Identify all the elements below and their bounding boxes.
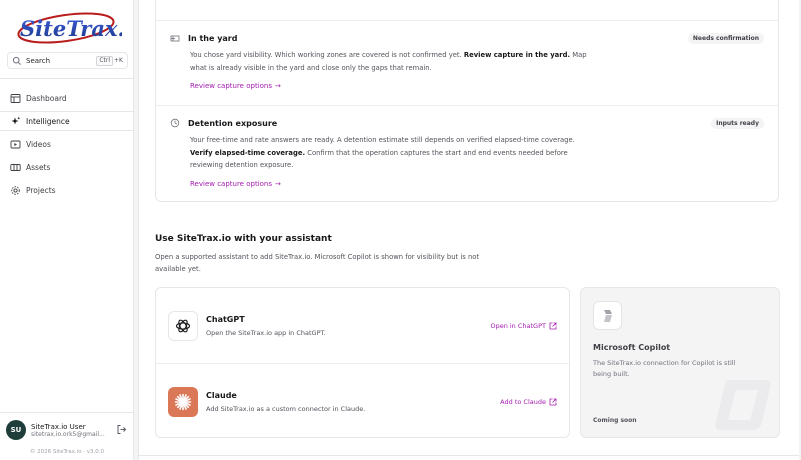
copilot-card: Microsoft Copilot The SiteTrax.io connec… xyxy=(580,287,780,438)
assistant-claude: Claude Add SiteTrax.io as a custom conne… xyxy=(156,364,569,439)
sidebar-nav: Dashboard Intelligence Videos Assets Pro… xyxy=(0,88,133,203)
yard-desc-bold: Review capture in the yard. xyxy=(463,51,571,59)
add-to-claude-link[interactable]: Add to Claude xyxy=(500,398,557,406)
sidebar-item-label: Intelligence xyxy=(26,116,70,126)
yard-icon xyxy=(170,33,181,44)
external-link-icon xyxy=(549,398,557,406)
assets-icon xyxy=(9,161,21,173)
user-email: sitetrax.io.ork5@gmail... xyxy=(31,430,105,438)
sidebar-item-label: Assets xyxy=(26,162,51,172)
search-label: Search xyxy=(26,56,51,65)
chatgpt-description: Open the SiteTrax.io app in ChatGPT. xyxy=(206,328,326,337)
claude-name: Claude xyxy=(206,390,237,400)
user-profile[interactable]: SU SiteTrax.io User sitetrax.io.ork5@gma… xyxy=(6,418,128,442)
main-content: In the yard Needs confirmation You chose… xyxy=(138,0,799,460)
avatar: SU xyxy=(6,420,26,440)
logout-icon[interactable] xyxy=(116,424,128,436)
sidebar-item-projects[interactable]: Projects xyxy=(0,180,133,200)
search-input[interactable]: Search Ctrl +K xyxy=(7,52,128,69)
main-border xyxy=(138,0,139,460)
sidebar-item-intelligence[interactable]: Intelligence xyxy=(0,111,133,131)
action-label: Open in ChatGPT xyxy=(490,321,546,330)
sidebar-item-dashboard[interactable]: Dashboard xyxy=(0,88,133,108)
claude-logo-icon xyxy=(168,386,198,417)
claude-description: Add SiteTrax.io as a custom connector in… xyxy=(206,404,366,413)
link-label: Review capture options xyxy=(190,179,273,188)
yard-desc-text: You chose yard visibility. Which working… xyxy=(190,51,464,59)
detention-description: Your free-time and rate answers are read… xyxy=(190,134,590,172)
dashboard-icon xyxy=(9,92,21,104)
search-icon xyxy=(12,56,22,66)
detention-desc-bold: Verify elapsed-time coverage. xyxy=(190,148,306,157)
copilot-logo-icon xyxy=(593,301,622,330)
sidebar-item-label: Dashboard xyxy=(26,93,67,103)
assistants-section-title: Use SiteTrax.io with your assistant xyxy=(155,234,332,244)
status-badge: Needs confirmation xyxy=(687,32,764,44)
sidebar-item-assets[interactable]: Assets xyxy=(0,157,133,177)
link-label: Review capture options xyxy=(190,82,273,90)
action-label: Add to Claude xyxy=(500,397,546,406)
footer-divider xyxy=(138,455,799,456)
capture-row-yard: In the yard Needs confirmation You chose… xyxy=(156,31,778,90)
row-divider xyxy=(156,20,778,21)
copilot-name: Microsoft Copilot xyxy=(593,343,671,352)
arrow-right-icon: → xyxy=(275,82,281,90)
copyright-text: © 2026 SiteTrax.io · v3.0.0 xyxy=(29,449,105,455)
detention-desc-text: Your free-time and rate answers are read… xyxy=(190,136,575,144)
review-capture-link-yard[interactable]: Review capture options → xyxy=(190,82,764,90)
search-shortcut-key: Ctrl xyxy=(96,55,114,66)
arrow-right-icon: → xyxy=(275,179,281,188)
sidebar-item-label: Videos xyxy=(26,139,51,149)
sidebar: SiteTrax.io Search Ctrl +K Dashboard Int… xyxy=(0,0,147,460)
yard-description: You chose yard visibility. Which working… xyxy=(190,49,590,74)
sidebar-divider xyxy=(0,78,133,79)
assistant-chatgpt: ChatGPT Open the SiteTrax.io app in Chat… xyxy=(156,288,569,363)
detention-title: Detention exposure xyxy=(188,118,278,128)
open-in-chatgpt-link[interactable]: Open in ChatGPT xyxy=(490,322,557,330)
coming-soon-badge: Coming soon xyxy=(593,417,637,424)
user-name: SiteTrax.io User xyxy=(31,422,86,431)
chatgpt-name: ChatGPT xyxy=(206,314,245,324)
external-link-icon xyxy=(549,322,557,330)
sitetrax-logo[interactable]: SiteTrax.io xyxy=(14,10,147,46)
review-capture-link-detention[interactable]: Review capture options → xyxy=(190,180,764,188)
status-badge: Inputs ready xyxy=(711,117,764,129)
assistants-card: ChatGPT Open the SiteTrax.io app in Chat… xyxy=(155,287,570,438)
sparkle-icon xyxy=(9,115,21,127)
capture-row-detention: Detention exposure Inputs ready Your fre… xyxy=(156,116,778,188)
sidebar-divider xyxy=(0,412,133,413)
copilot-watermark-icon xyxy=(714,376,776,434)
chatgpt-logo-icon xyxy=(168,310,198,341)
sidebar-item-videos[interactable]: Videos xyxy=(0,134,133,154)
gear-icon xyxy=(9,184,21,196)
capture-card: In the yard Needs confirmation You chose… xyxy=(155,0,779,202)
sidebar-item-label: Projects xyxy=(26,185,56,195)
clock-icon xyxy=(170,118,181,129)
video-icon xyxy=(9,138,21,150)
assistants-section-subtitle: Open a supported assistant to add SiteTr… xyxy=(155,253,480,273)
yard-title: In the yard xyxy=(188,33,238,43)
row-divider xyxy=(156,105,778,106)
logo-text: SiteTrax.io xyxy=(20,16,122,41)
search-shortcut-letter: +K xyxy=(114,57,123,64)
